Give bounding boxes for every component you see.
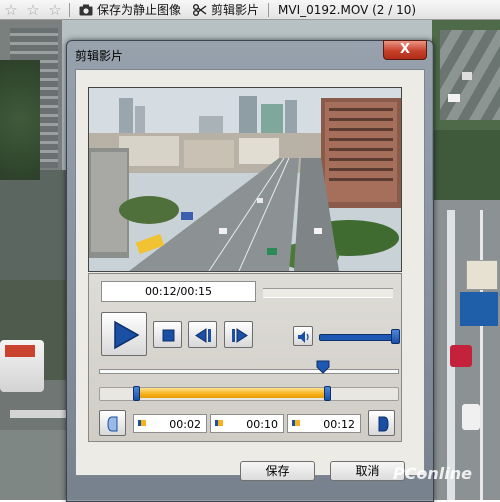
start-marker-icon bbox=[138, 420, 146, 426]
watermark: PConline bbox=[392, 464, 472, 483]
toolbar-separator bbox=[69, 2, 70, 17]
set-end-point-button[interactable] bbox=[368, 410, 395, 436]
dialog-title: 剪辑影片 bbox=[75, 49, 124, 63]
next-frame-icon bbox=[232, 328, 248, 343]
close-button[interactable]: X bbox=[383, 40, 427, 60]
mark-field-current: 00:10 bbox=[210, 414, 284, 433]
edit-movie-dialog: 剪辑影片 X 00:12/00:15 00:02 00:10 00:12 保存 … bbox=[66, 40, 434, 502]
volume-slider[interactable] bbox=[319, 334, 397, 341]
volume-button[interactable] bbox=[293, 326, 313, 346]
top-toolbar: ☆ ☆ ☆ 保存为静止图像 剪辑影片 MVI_0192.MOV (2 / 10) bbox=[0, 0, 500, 20]
save-button[interactable]: 保存 bbox=[240, 461, 315, 481]
end-marker-icon bbox=[292, 420, 300, 426]
video-preview bbox=[88, 87, 402, 272]
time-display: 00:12/00:15 bbox=[101, 281, 256, 302]
previous-frame-button[interactable] bbox=[188, 321, 217, 348]
save-still-image-button[interactable]: 保存为静止图像 bbox=[73, 1, 187, 18]
previous-frame-icon bbox=[195, 328, 211, 343]
start-point-icon bbox=[107, 416, 118, 432]
save-still-image-label: 保存为静止图像 bbox=[97, 3, 182, 17]
star-icon[interactable]: ☆ bbox=[22, 1, 44, 19]
mark-time-end: 00:12 bbox=[323, 418, 355, 431]
next-frame-button[interactable] bbox=[224, 321, 253, 348]
mark-time-start: 00:02 bbox=[169, 418, 201, 431]
end-point-icon bbox=[378, 416, 389, 432]
stop-icon bbox=[162, 329, 175, 342]
play-icon bbox=[114, 320, 140, 350]
edit-movie-button[interactable]: 剪辑影片 bbox=[187, 1, 265, 18]
file-info: MVI_0192.MOV (2 / 10) bbox=[278, 2, 417, 17]
player-controls: 00:12/00:15 00:02 00:10 00:12 bbox=[88, 273, 402, 442]
scissors-icon bbox=[193, 3, 207, 16]
trim-end-handle[interactable] bbox=[324, 386, 331, 401]
dialog-body: 00:12/00:15 00:02 00:10 00:12 bbox=[75, 69, 425, 476]
video-frame-image bbox=[89, 88, 401, 271]
seek-bar-handle[interactable] bbox=[316, 360, 330, 374]
time-display-bar bbox=[263, 288, 393, 298]
star-icon[interactable]: ☆ bbox=[0, 1, 22, 19]
star-icon[interactable]: ☆ bbox=[44, 1, 66, 19]
seek-bar[interactable] bbox=[99, 369, 399, 374]
mark-time-current: 00:10 bbox=[246, 418, 278, 431]
speaker-icon bbox=[298, 331, 309, 343]
mark-field-end: 00:12 bbox=[287, 414, 361, 433]
mark-field-start: 00:02 bbox=[133, 414, 207, 433]
toolbar-separator bbox=[268, 2, 270, 17]
trim-start-handle[interactable] bbox=[133, 386, 140, 401]
stop-button[interactable] bbox=[153, 321, 182, 348]
edit-movie-label: 剪辑影片 bbox=[211, 3, 260, 17]
camera-icon bbox=[79, 4, 93, 15]
play-button[interactable] bbox=[101, 312, 147, 356]
trim-range-selection bbox=[135, 388, 326, 398]
current-marker-icon bbox=[215, 420, 223, 426]
set-start-point-button[interactable] bbox=[99, 410, 126, 436]
volume-slider-handle[interactable] bbox=[391, 329, 400, 344]
